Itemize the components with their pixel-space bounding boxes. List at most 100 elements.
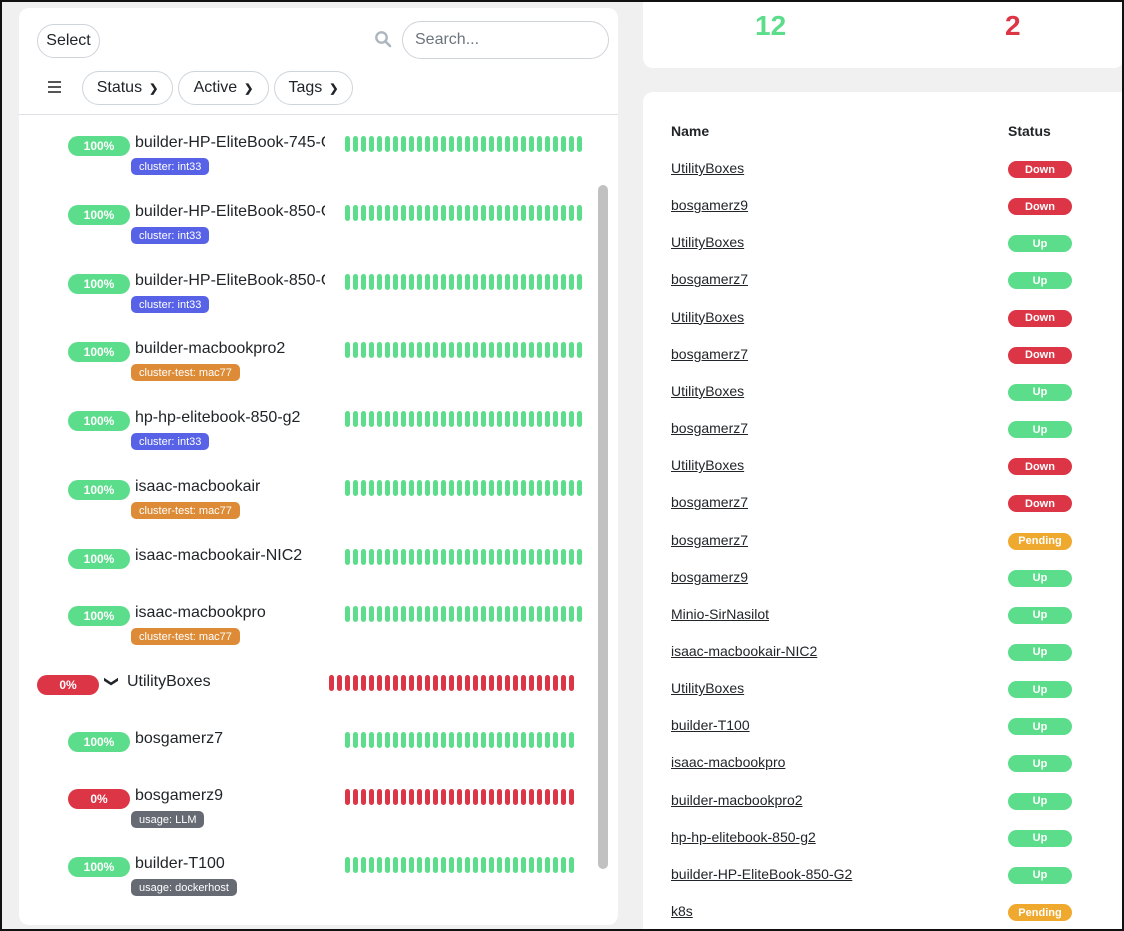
heartbeat-beat[interactable]	[505, 342, 510, 358]
heartbeat-beat[interactable]	[369, 606, 374, 622]
heartbeat-beat[interactable]	[465, 274, 470, 290]
heartbeat-beat[interactable]	[489, 342, 494, 358]
heartbeat-beat[interactable]	[481, 606, 486, 622]
monitor-link[interactable]: UtilityBoxes	[671, 457, 744, 473]
monitor-link[interactable]: hp-hp-elitebook-850-g2	[671, 829, 816, 845]
heartbeat-beat[interactable]	[457, 480, 462, 496]
heartbeat-beat[interactable]	[537, 732, 542, 748]
heartbeat-beat[interactable]	[545, 411, 550, 427]
status-filter-dropdown[interactable]: Status ❯	[82, 71, 173, 105]
heartbeat-beat[interactable]	[361, 274, 366, 290]
heartbeat-beat[interactable]	[537, 606, 542, 622]
chevron-down-icon[interactable]: ❯	[103, 676, 120, 688]
heartbeat-beat[interactable]	[417, 480, 422, 496]
heartbeat-beat[interactable]	[489, 606, 494, 622]
heartbeat-beat[interactable]	[521, 136, 526, 152]
heartbeat-beat[interactable]	[553, 789, 558, 805]
heartbeat-beat[interactable]	[361, 675, 366, 691]
heartbeat-beat[interactable]	[345, 342, 350, 358]
heartbeat-beat[interactable]	[505, 205, 510, 221]
heartbeat-beat[interactable]	[401, 480, 406, 496]
heartbeat-beat[interactable]	[409, 411, 414, 427]
heartbeat-beat[interactable]	[473, 675, 478, 691]
heartbeat-beat[interactable]	[569, 480, 574, 496]
monitor-link[interactable]: bosgamerz7	[671, 532, 748, 548]
heartbeat-beat[interactable]	[353, 205, 358, 221]
heartbeat-beat[interactable]	[489, 549, 494, 565]
search-input[interactable]	[402, 21, 609, 59]
heartbeat-beat[interactable]	[545, 732, 550, 748]
heartbeat-beat[interactable]	[545, 205, 550, 221]
heartbeat-beat[interactable]	[481, 480, 486, 496]
monitor-name[interactable]: bosgamerz7	[135, 730, 223, 748]
heartbeat-beat[interactable]	[569, 606, 574, 622]
heartbeat-beat[interactable]	[441, 675, 446, 691]
heartbeat-beat[interactable]	[433, 549, 438, 565]
heartbeat-beat[interactable]	[529, 205, 534, 221]
heartbeat-beat[interactable]	[425, 549, 430, 565]
heartbeat-beat[interactable]	[505, 549, 510, 565]
heartbeat-beat[interactable]	[449, 136, 454, 152]
heartbeat-beat[interactable]	[521, 732, 526, 748]
heartbeat-beat[interactable]	[425, 789, 430, 805]
heartbeat-beat[interactable]	[441, 606, 446, 622]
heartbeat-beat[interactable]	[481, 205, 486, 221]
heartbeat-beat[interactable]	[537, 342, 542, 358]
heartbeat-beat[interactable]	[385, 136, 390, 152]
heartbeat-beat[interactable]	[497, 606, 502, 622]
heartbeat-beat[interactable]	[537, 411, 542, 427]
heartbeat-beat[interactable]	[489, 274, 494, 290]
heartbeat-beat[interactable]	[561, 274, 566, 290]
heartbeat-beat[interactable]	[425, 274, 430, 290]
heartbeat-beat[interactable]	[537, 480, 542, 496]
heartbeat-beat[interactable]	[465, 789, 470, 805]
monitor-link[interactable]: builder-macbookpro2	[671, 792, 803, 808]
heartbeat-beat[interactable]	[537, 675, 542, 691]
heartbeat-beat[interactable]	[393, 274, 398, 290]
heartbeat-beat[interactable]	[345, 606, 350, 622]
heartbeat-beat[interactable]	[529, 857, 534, 873]
heartbeat-beat[interactable]	[505, 732, 510, 748]
heartbeat-beat[interactable]	[393, 205, 398, 221]
heartbeat-beat[interactable]	[385, 411, 390, 427]
heartbeat-beat[interactable]	[529, 789, 534, 805]
heartbeat-beat[interactable]	[457, 606, 462, 622]
heartbeat-beat[interactable]	[345, 732, 350, 748]
heartbeat-beat[interactable]	[577, 205, 582, 221]
heartbeat-beat[interactable]	[497, 732, 502, 748]
heartbeat-beat[interactable]	[417, 732, 422, 748]
heartbeat-beat[interactable]	[473, 274, 478, 290]
heartbeat-beat[interactable]	[473, 857, 478, 873]
heartbeat-beat[interactable]	[353, 857, 358, 873]
heartbeat-beat[interactable]	[345, 274, 350, 290]
heartbeat-beat[interactable]	[441, 205, 446, 221]
monitor-link[interactable]: builder-HP-EliteBook-850-G2	[671, 866, 852, 882]
heartbeat-beat[interactable]	[369, 732, 374, 748]
heartbeat-beat[interactable]	[369, 136, 374, 152]
heartbeat-beat[interactable]	[425, 342, 430, 358]
heartbeat-beat[interactable]	[473, 732, 478, 748]
heartbeat-beat[interactable]	[425, 136, 430, 152]
heartbeat-beat[interactable]	[433, 342, 438, 358]
heartbeat-beat[interactable]	[441, 342, 446, 358]
heartbeat-beat[interactable]	[417, 549, 422, 565]
heartbeat-beat[interactable]	[449, 274, 454, 290]
heartbeat-beat[interactable]	[465, 205, 470, 221]
heartbeat-beat[interactable]	[393, 411, 398, 427]
monitor-name[interactable]: UtilityBoxes	[127, 673, 211, 691]
heartbeat-beat[interactable]	[497, 549, 502, 565]
monitor-name[interactable]: builder-HP-EliteBook-850-G	[135, 272, 325, 290]
monitor-link[interactable]: k8s	[671, 903, 693, 919]
monitor-link[interactable]: UtilityBoxes	[671, 160, 744, 176]
monitor-name[interactable]: isaac-macbookpro	[135, 604, 266, 622]
heartbeat-beat[interactable]	[377, 342, 382, 358]
heartbeat-beat[interactable]	[457, 411, 462, 427]
monitor-link[interactable]: UtilityBoxes	[671, 234, 744, 250]
heartbeat-beat[interactable]	[545, 606, 550, 622]
heartbeat-beat[interactable]	[361, 411, 366, 427]
heartbeat-beat[interactable]	[561, 205, 566, 221]
heartbeat-beat[interactable]	[409, 789, 414, 805]
heartbeat-beat[interactable]	[425, 411, 430, 427]
heartbeat-beat[interactable]	[505, 675, 510, 691]
heartbeat-beat[interactable]	[513, 342, 518, 358]
